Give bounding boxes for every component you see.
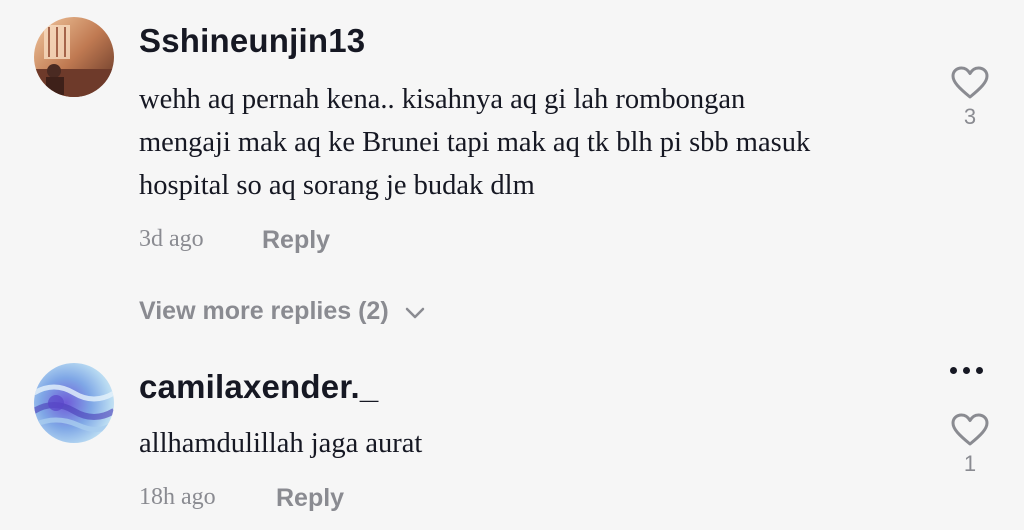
avatar[interactable] [34, 363, 114, 443]
comment-timestamp: 3d ago [139, 226, 204, 252]
avatar-image [34, 17, 114, 97]
comment-text: wehh aq pernah kena.. kisahnya aq gi lah… [139, 78, 810, 207]
more-horizontal-icon-dot [963, 367, 970, 374]
comment-username[interactable]: Sshineunjin13 [139, 22, 365, 60]
more-horizontal-icon-dot [976, 367, 983, 374]
heart-outline-icon [951, 66, 989, 99]
avatar[interactable] [34, 17, 114, 97]
like-count: 3 [963, 104, 977, 129]
reply-button[interactable]: Reply [262, 226, 330, 255]
heart-outline-icon [951, 413, 989, 446]
view-more-replies-button[interactable]: View more replies (2) [139, 297, 425, 326]
view-more-replies-label: View more replies (2) [139, 297, 389, 325]
like-button[interactable]: 1 [948, 413, 992, 477]
comment-text-line: mengaji mak aq ke Brunei tapi mak aq tk … [139, 127, 811, 158]
more-options-button[interactable] [950, 367, 983, 374]
comment-text: allhamdulillah jaga aurat [139, 422, 422, 465]
comment-timestamp: 18h ago [139, 484, 216, 510]
like-count: 1 [963, 451, 977, 476]
comment-text-line: wehh aq pernah kena.. kisahnya aq gi lah… [139, 84, 746, 115]
reply-button[interactable]: Reply [276, 484, 344, 513]
comment-text-line: hospital so aq sorang je budak dlm [139, 170, 535, 201]
comment-username[interactable]: camilaxender._ [139, 368, 378, 406]
chevron-down-icon [405, 297, 425, 326]
comment-text-line: allhamdulillah jaga aurat [139, 428, 423, 459]
avatar-image [34, 363, 114, 443]
like-button[interactable]: 3 [948, 66, 992, 130]
more-horizontal-icon-dot [950, 367, 957, 374]
